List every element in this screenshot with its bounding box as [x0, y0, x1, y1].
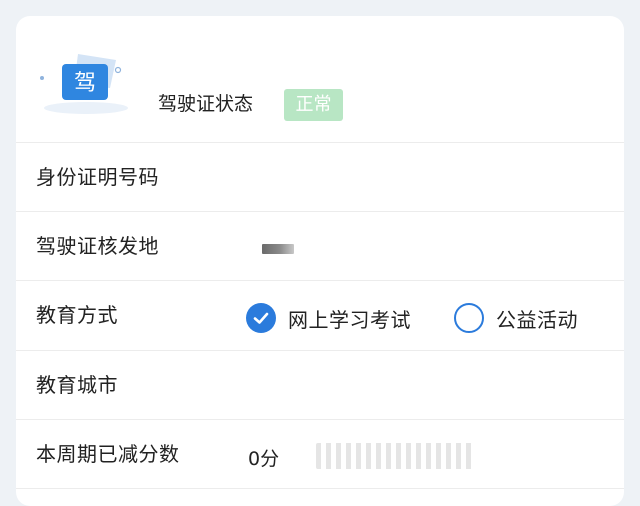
divider	[16, 488, 624, 489]
blurred-content	[316, 443, 476, 469]
check-icon	[246, 303, 276, 333]
row-education-method: 教育方式 网上学习考试 公益活动	[16, 281, 624, 349]
score-reduced-value: 0分	[248, 448, 280, 470]
row-id-number: 身份证明号码	[16, 143, 624, 211]
status-badge: 正常	[284, 89, 343, 121]
score-reduced-label: 本周期已减分数	[36, 442, 180, 466]
license-status-label: 驾驶证状态	[158, 93, 254, 115]
row-education-city[interactable]: 教育城市	[16, 351, 624, 419]
license-info-card: 驾 驾驶证状态 正常 身份证明号码 驾驶证核发地 教育方式 网上学习考试 公益活…	[16, 16, 624, 506]
education-method-label: 教育方式	[36, 303, 118, 327]
radio-empty-icon	[454, 303, 484, 333]
id-number-label: 身份证明号码	[36, 165, 159, 189]
radio-public-welfare[interactable]: 公益活动	[454, 302, 578, 334]
education-city-label: 教育城市	[36, 373, 118, 397]
issue-place-label: 驾驶证核发地	[36, 234, 159, 258]
license-status-header: 驾 驾驶证状态 正常	[16, 16, 624, 142]
row-score-reduced: 本周期已减分数 0分	[16, 420, 624, 488]
radio-online-study[interactable]: 网上学习考试	[246, 302, 411, 334]
radio-public-welfare-label: 公益活动	[496, 307, 578, 332]
row-issue-place: 驾驶证核发地	[16, 212, 624, 280]
license-icon-char: 驾	[74, 71, 96, 96]
driver-license-icon: 驾	[38, 48, 128, 118]
redacted-value	[262, 244, 294, 254]
radio-online-study-label: 网上学习考试	[288, 307, 411, 332]
